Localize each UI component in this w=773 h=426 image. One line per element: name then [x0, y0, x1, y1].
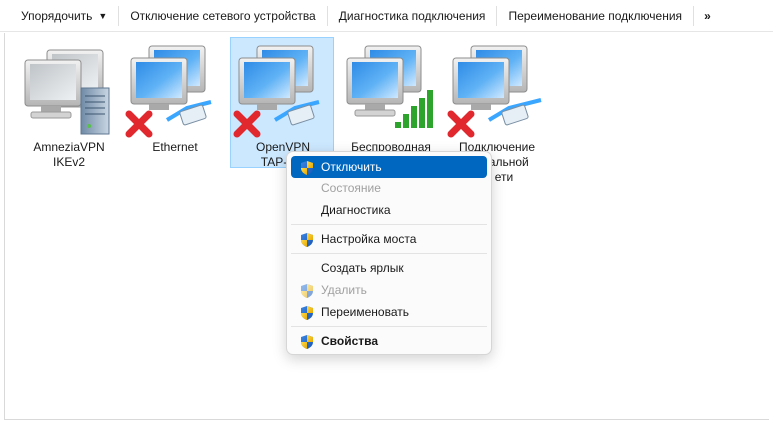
- ethernet-icon: [233, 45, 320, 138]
- ethernet-icon: [125, 45, 212, 138]
- menu-item-label: Свойства: [321, 334, 379, 348]
- organize-label: Упорядочить: [21, 8, 93, 23]
- uac-shield-icon: [301, 284, 313, 298]
- menu-item-bridge[interactable]: Настройка моста: [291, 228, 487, 250]
- wifi-icon: [346, 45, 433, 128]
- connection-item-ethernet[interactable]: Ethernet: [122, 37, 226, 168]
- context-menu: Отключить Состояние Диагностика Настройк…: [286, 151, 492, 355]
- menu-item-status[interactable]: Состояние: [291, 177, 487, 199]
- menu-item-diagnostics[interactable]: Диагностика: [291, 199, 487, 221]
- menu-item-rename[interactable]: Переименовать: [291, 301, 487, 323]
- connections-view: AmneziaVPN IKEv2 Ethernet OpenVPN TAP-Wi…: [0, 33, 773, 426]
- diagnose-connection-button[interactable]: Диагностика подключения: [328, 0, 497, 32]
- connection-name: AmneziaVPN IKEv2: [33, 140, 105, 169]
- connection-item-amneziavpn[interactable]: AmneziaVPN IKEv2: [16, 37, 120, 169]
- vpn-server-icon: [24, 49, 110, 135]
- menu-item-disable[interactable]: Отключить: [291, 156, 487, 178]
- menu-item-create-shortcut[interactable]: Создать ярлык: [291, 257, 487, 279]
- menu-item-label: Диагностика: [321, 203, 391, 217]
- chevron-down-icon: ▼: [98, 10, 108, 21]
- command-bar: Упорядочить ▼ Отключение сетевого устрой…: [0, 0, 773, 32]
- uac-shield-icon: [301, 161, 313, 175]
- connection-item-openvpn[interactable]: OpenVPN TAP-Wir: [230, 37, 334, 169]
- menu-item-properties[interactable]: Свойства: [291, 330, 487, 352]
- uac-shield-icon: [301, 233, 313, 247]
- ethernet-icon: [447, 45, 542, 138]
- diagnose-connection-label: Диагностика подключения: [338, 8, 486, 23]
- menu-item-label: Переименовать: [321, 305, 409, 319]
- menu-separator: [291, 253, 487, 254]
- more-chevron-icon: »: [704, 8, 711, 23]
- menu-separator: [291, 224, 487, 225]
- menu-item-label: Удалить: [321, 283, 367, 297]
- uac-shield-icon: [301, 335, 313, 349]
- rename-connection-label: Переименование подключения: [508, 8, 683, 23]
- menu-item-label: Настройка моста: [321, 232, 417, 246]
- menu-separator: [291, 326, 487, 327]
- menu-item-label: Отключить: [321, 160, 382, 174]
- connection-name: Ethernet: [152, 140, 198, 154]
- menu-item-label: Создать ярлык: [321, 261, 404, 275]
- menu-item-delete[interactable]: Удалить: [291, 279, 487, 301]
- uac-shield-icon: [301, 306, 313, 320]
- rename-connection-button[interactable]: Переименование подключения: [497, 0, 693, 32]
- more-commands-button[interactable]: »: [694, 0, 720, 32]
- connection-item-wireless[interactable]: Беспроводная: [338, 37, 442, 168]
- disable-device-label: Отключение сетевого устройства: [130, 8, 316, 23]
- disable-device-button[interactable]: Отключение сетевого устройства: [119, 0, 326, 32]
- menu-item-label: Состояние: [321, 181, 381, 195]
- organize-button[interactable]: Упорядочить ▼: [0, 0, 118, 32]
- connection-item-local[interactable]: Подключение кальной ети: [444, 37, 548, 184]
